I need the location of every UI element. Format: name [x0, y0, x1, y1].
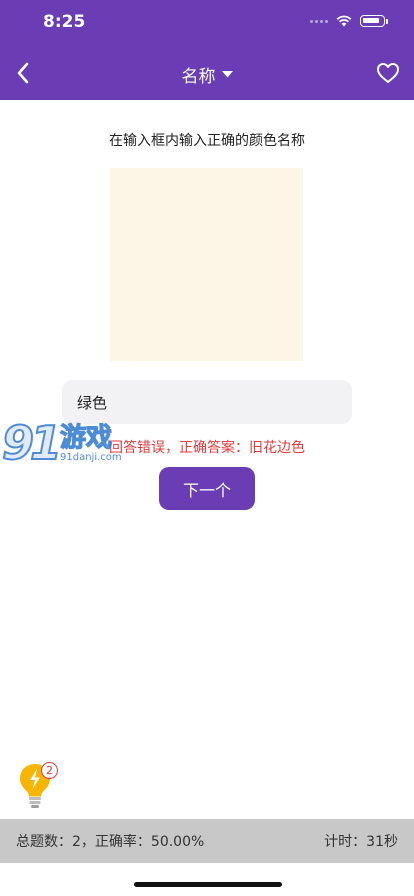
hint-count-badge: 2	[41, 762, 58, 779]
timer-label: 计时：31秒	[324, 834, 398, 850]
watermark-title: 游戏	[59, 422, 113, 453]
stats-summary: 总题数：2，正确率：50.00%	[16, 834, 205, 850]
status-time: 8:25	[43, 12, 86, 32]
status-icons	[310, 15, 388, 27]
title-dropdown[interactable]: 名称	[0, 62, 414, 87]
heart-icon	[377, 63, 399, 83]
screen: 8:25 名称 在输入框内输入正确的颜色名称 绿色 回答错误，正确答案：旧花边色…	[0, 0, 414, 896]
instruction-text: 在输入框内输入正确的颜色名称	[109, 133, 305, 149]
next-button[interactable]: 下一个	[159, 467, 255, 510]
page-title: 名称	[181, 67, 216, 87]
watermark-subtitle: 91danji.com	[60, 451, 122, 463]
favorite-button[interactable]	[374, 60, 402, 86]
stats-bar: 总题数：2，正确率：50.00% 计时：31秒	[0, 819, 414, 863]
wifi-icon	[336, 15, 352, 27]
watermark-logo: 91 游戏 91danji.com	[1, 416, 122, 470]
color-swatch	[110, 168, 303, 361]
battery-icon	[360, 15, 388, 27]
top-bar: 8:25 名称	[0, 0, 414, 100]
caret-down-icon	[221, 71, 233, 78]
home-indicator[interactable]	[134, 882, 282, 887]
answer-input[interactable]	[62, 380, 352, 424]
cellular-signal-icon	[310, 19, 328, 23]
watermark-number: 91	[1, 416, 63, 470]
